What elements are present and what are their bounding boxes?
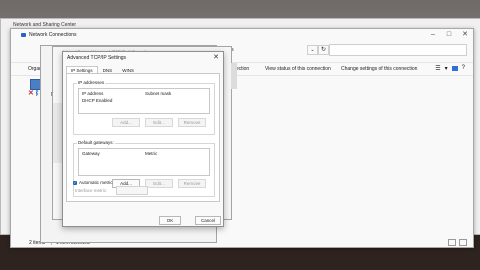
automatic-metric-checkbox[interactable]: ✓ <box>73 180 77 185</box>
ip-remove-button[interactable]: Remove <box>178 118 206 127</box>
interface-metric-label: Interface metric: <box>75 188 108 193</box>
main-window-titlebar: Network Connections – □ ✕ <box>11 29 473 40</box>
metric-column: Metric <box>145 151 158 156</box>
view-dropdown-icon[interactable]: ▾ <box>445 65 448 72</box>
ip-addresses-list[interactable]: IP address Subnet mask DHCP Enabled <box>78 88 210 114</box>
ip-add-button[interactable]: Add... <box>112 118 140 127</box>
red-x-icon: ✕ <box>28 90 34 97</box>
preview-pane-icon[interactable] <box>451 66 458 71</box>
advanced-dialog-title: Advanced TCP/IP Settings <box>67 55 127 61</box>
list-item[interactable]: DHCP Enabled <box>82 98 112 103</box>
ip-addresses-label: IP addresses <box>77 80 106 85</box>
tiles-view-icon[interactable] <box>459 239 467 246</box>
gateway-edit-button[interactable]: Edit... <box>145 179 173 188</box>
view-list-icon[interactable]: ☰ <box>435 65 440 72</box>
ip-address-column: IP address <box>82 91 104 96</box>
search-input[interactable] <box>329 44 467 56</box>
help-icon[interactable]: ? <box>462 65 465 72</box>
address-dropdown-icon[interactable]: ⌄ <box>307 45 318 55</box>
change-settings-command[interactable]: Change settings of this connection <box>341 66 417 72</box>
subnet-mask-column: Subnet mask <box>145 91 172 96</box>
gateway-remove-button[interactable]: Remove <box>178 179 206 188</box>
status-view-icons <box>448 239 467 246</box>
automatic-metric-row[interactable]: ✓ Automatic metric <box>73 180 113 185</box>
automatic-metric-label: Automatic metric <box>79 180 113 185</box>
close-icon[interactable]: ✕ <box>213 53 219 61</box>
maximize-button[interactable]: □ <box>445 30 453 39</box>
gateways-list[interactable]: Gateway Metric <box>78 148 210 176</box>
view-status-command[interactable]: View status of this connection <box>265 66 331 72</box>
minimize-button[interactable]: – <box>429 30 437 39</box>
ipv4-dialog-scroll <box>231 63 237 89</box>
ip-edit-button[interactable]: Edit... <box>145 118 173 127</box>
default-gateways-label: Default gateways: <box>77 140 115 145</box>
close-button[interactable]: ✕ <box>461 30 469 39</box>
main-window-title: Network Connections <box>29 31 77 38</box>
details-view-icon[interactable] <box>448 239 456 246</box>
refresh-icon[interactable]: ↻ <box>318 45 329 55</box>
network-folder-icon <box>21 32 26 37</box>
bluetooth-icon: ᛒ <box>35 90 40 97</box>
view-options: ☰ ▾ ? <box>435 65 465 72</box>
gateway-column: Gateway <box>82 151 100 156</box>
ip-addresses-group: IP addresses IP address Subnet mask DHCP… <box>73 80 215 135</box>
interface-metric-input[interactable] <box>116 186 148 195</box>
advanced-tcpip-dialog: Advanced TCP/IP Settings ✕ IP Settings D… <box>62 51 224 227</box>
cancel-button[interactable]: Cancel <box>195 216 221 225</box>
ok-button[interactable]: OK <box>159 216 181 225</box>
window-controls: – □ ✕ <box>429 30 469 39</box>
